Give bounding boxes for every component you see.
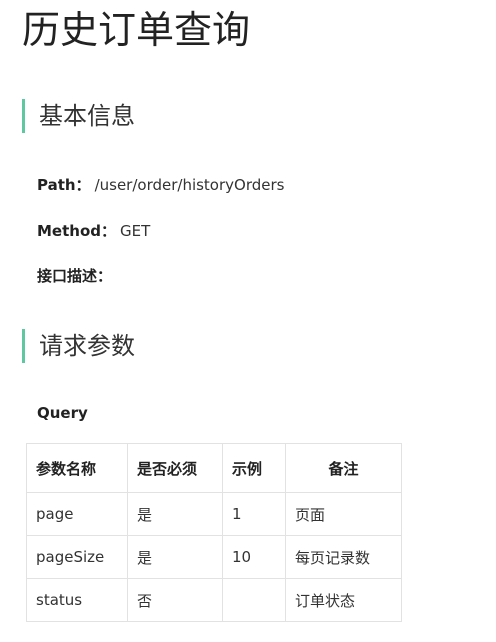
- query-params-table: 参数名称 是否必须 示例 备注 page 是 1 页面 pageSize 是 1…: [26, 443, 402, 622]
- table-row: page 是 1 页面: [26, 492, 402, 536]
- cell-remark: 每页记录数: [285, 535, 402, 579]
- header-required: 是否必须: [127, 443, 223, 493]
- description-line: 接口描述：: [37, 266, 112, 286]
- table-row: status 否 订单状态: [26, 578, 402, 622]
- description-key: 接口描述：: [37, 267, 113, 285]
- header-remark: 备注: [285, 443, 402, 493]
- section-heading-request-params: 请求参数: [22, 329, 135, 363]
- cell-required: 是: [127, 535, 223, 579]
- path-line: Path：/user/order/historyOrders: [37, 175, 284, 195]
- cell-required: 否: [127, 578, 223, 622]
- method-key: Method：: [37, 222, 116, 240]
- query-label: Query: [37, 404, 88, 422]
- cell-example: [222, 578, 286, 622]
- section-heading-basic-info: 基本信息: [22, 99, 135, 133]
- path-value: /user/order/historyOrders: [94, 176, 285, 194]
- path-key: Path：: [37, 176, 91, 194]
- cell-param-name: page: [26, 492, 128, 536]
- method-line: Method： GET: [37, 221, 150, 241]
- cell-remark: 订单状态: [285, 578, 402, 622]
- cell-param-name: pageSize: [26, 535, 128, 579]
- cell-param-name: status: [26, 578, 128, 622]
- page-title: 历史订单查询: [22, 8, 251, 52]
- table-row: pageSize 是 10 每页记录数: [26, 535, 402, 579]
- header-example: 示例: [222, 443, 286, 493]
- cell-example: 10: [222, 535, 286, 579]
- table-header-row: 参数名称 是否必须 示例 备注: [26, 443, 402, 493]
- header-param-name: 参数名称: [26, 443, 128, 493]
- method-value: GET: [120, 222, 151, 240]
- cell-example: 1: [222, 492, 286, 536]
- cell-remark: 页面: [285, 492, 402, 536]
- cell-required: 是: [127, 492, 223, 536]
